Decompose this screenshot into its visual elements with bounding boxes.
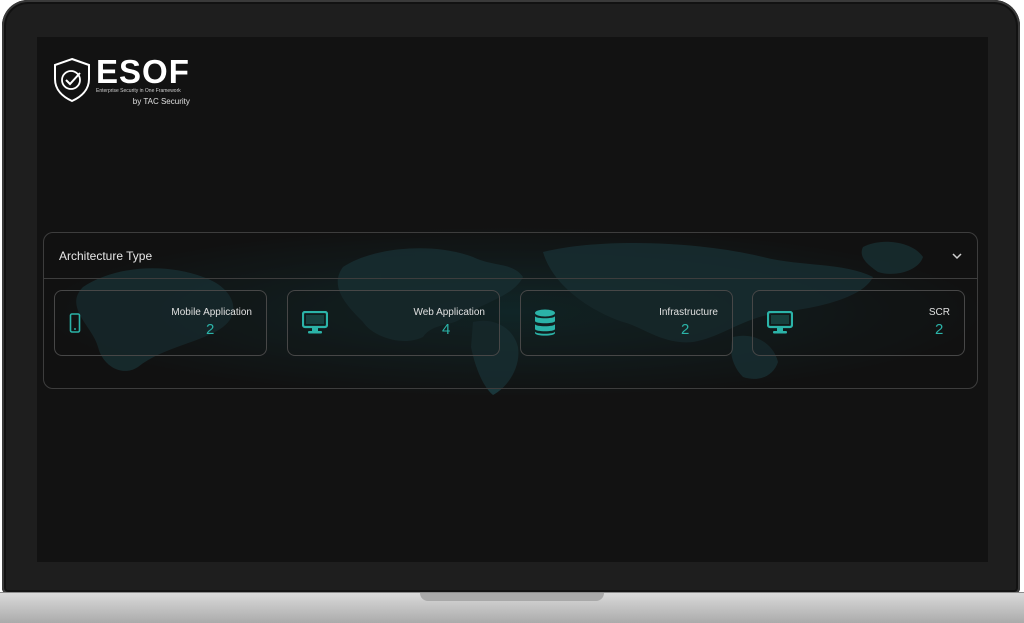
card-count: 2 <box>681 321 690 338</box>
card-label: Infrastructure <box>659 307 718 318</box>
card-count: 2 <box>935 321 944 338</box>
mobile-phone-icon <box>69 313 81 333</box>
card-web-application[interactable]: Web Application 4 <box>287 290 500 356</box>
brand-byline: by TAC Security <box>132 97 190 106</box>
app-screen: ESOF Enterprise Security in One Framewor… <box>37 37 988 562</box>
shield-check-icon <box>54 57 90 103</box>
laptop-base <box>0 592 1024 623</box>
monitor-icon <box>302 311 328 334</box>
card-scr[interactable]: SCR 2 <box>752 290 965 356</box>
brand-tagline: Enterprise Security in One Framework <box>96 88 181 94</box>
laptop-frame: ESOF Enterprise Security in One Framewor… <box>0 0 1024 623</box>
card-infrastructure[interactable]: Infrastructure 2 <box>520 290 733 356</box>
database-icon <box>535 309 555 336</box>
brand-name: ESOF <box>96 53 190 90</box>
chevron-down-icon[interactable] <box>951 250 963 262</box>
card-count: 4 <box>442 321 451 338</box>
card-mobile-application[interactable]: Mobile Application 2 <box>54 290 267 356</box>
architecture-type-panel: Architecture Type Mobile Application 2 W… <box>43 232 978 389</box>
card-label: Mobile Application <box>171 307 252 318</box>
panel-header[interactable]: Architecture Type <box>44 233 977 279</box>
monitor-icon <box>767 311 793 334</box>
card-label: Web Application <box>413 307 485 318</box>
panel-title: Architecture Type <box>59 248 153 263</box>
brand-logo[interactable]: ESOF Enterprise Security in One Framewor… <box>52 53 190 106</box>
laptop-base-notch <box>420 593 604 601</box>
card-label: SCR <box>928 307 950 318</box>
card-count: 2 <box>206 321 215 338</box>
architecture-cards: Mobile Application 2 Web Application 4 I… <box>54 290 966 356</box>
